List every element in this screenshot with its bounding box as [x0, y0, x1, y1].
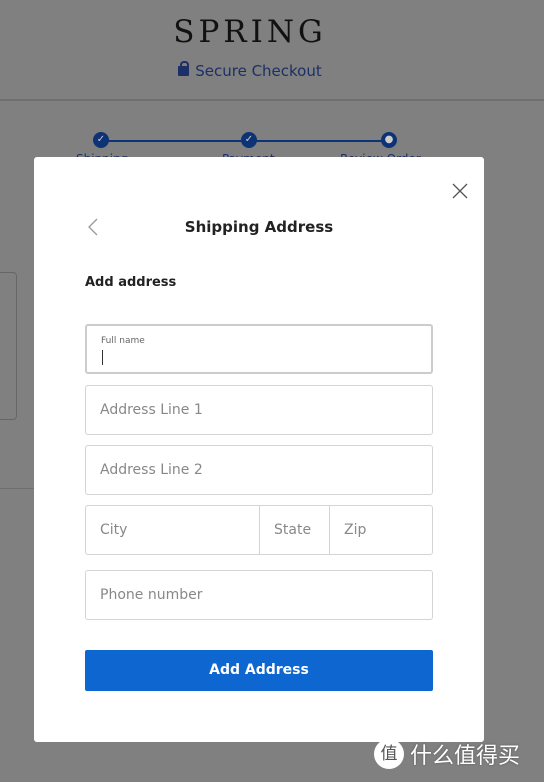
state-input[interactable]: State [259, 505, 330, 555]
text-cursor [102, 350, 103, 365]
full-name-input[interactable]: Full name [85, 324, 433, 374]
city-input[interactable]: City [85, 505, 260, 555]
full-name-label: Full name [101, 336, 145, 346]
modal-title: Shipping Address [184, 218, 334, 236]
watermark-logo: 值 [374, 739, 404, 769]
section-subtitle: Add address [85, 275, 177, 290]
address-line-1-input[interactable]: Address Line 1 [85, 385, 433, 435]
watermark-text: 什么值得买 [410, 744, 521, 769]
site-header: SPRING Secure Checkout [0, 0, 544, 101]
lock-icon [178, 61, 190, 76]
step-shipping-check-icon: ✓ [93, 132, 109, 148]
close-icon[interactable] [450, 181, 470, 201]
brand-logo[interactable]: SPRING [0, 14, 500, 50]
step-payment-check-icon: ✓ [241, 132, 257, 148]
watermark: 值 什么值得买 [374, 738, 520, 770]
step-review-current-icon: ● [381, 132, 397, 148]
secure-checkout: Secure Checkout [0, 61, 500, 80]
background-card [0, 272, 17, 420]
address-line-2-input[interactable]: Address Line 2 [85, 445, 433, 495]
phone-number-input[interactable]: Phone number [85, 570, 433, 620]
add-address-button[interactable]: Add Address [85, 650, 433, 691]
shipping-address-modal: Shipping Address Add address Full name A… [34, 157, 484, 742]
secure-checkout-label: Secure Checkout [195, 62, 322, 80]
zip-input[interactable]: Zip [329, 505, 433, 555]
divider [0, 488, 36, 489]
